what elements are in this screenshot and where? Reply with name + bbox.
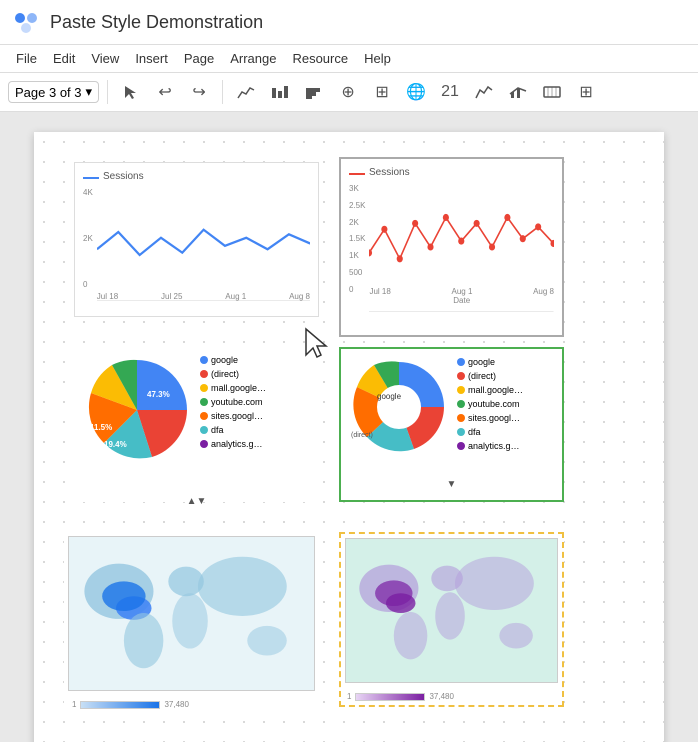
y2-15k: 1.5K xyxy=(349,234,365,243)
legend-google-2: google xyxy=(457,357,523,367)
page-selector-label: Page 3 of 3 xyxy=(15,85,82,100)
bar-chart-btn[interactable] xyxy=(265,77,295,107)
grid-btn[interactable]: ⊞ xyxy=(571,77,601,107)
map1-min: 1 xyxy=(72,700,76,709)
menu-bar: File Edit View Insert Page Arrange Resou… xyxy=(0,45,698,73)
y-axis-label-4k: 4K xyxy=(83,188,93,197)
pie1-label-115: 11.5% xyxy=(90,423,112,432)
legend-youtube-2: youtube.com xyxy=(457,399,523,409)
map2-max: 37,480 xyxy=(429,692,453,701)
combo-chart-btn[interactable] xyxy=(503,77,533,107)
cursor-tool-btn[interactable] xyxy=(116,77,146,107)
area-chart-btn[interactable] xyxy=(469,77,499,107)
undo-btn[interactable]: ↩ xyxy=(150,77,180,107)
globe-btn[interactable]: 🌐 xyxy=(401,77,431,107)
pie-chart-1[interactable]: 11.5% 19.4% 47.3% google (direct) mall.g… xyxy=(74,347,319,502)
legend-mall-1: mall.google… xyxy=(200,383,266,393)
menu-help[interactable]: Help xyxy=(356,47,399,70)
menu-view[interactable]: View xyxy=(83,47,127,70)
legend-mall-2: mall.google… xyxy=(457,385,523,395)
y2-1k: 1K xyxy=(349,251,365,260)
donut-label-direct: (direct) xyxy=(351,432,373,439)
scroll-arrows-1[interactable]: ▲▼ xyxy=(82,496,311,507)
number-btn[interactable]: 21 xyxy=(435,77,465,107)
menu-file[interactable]: File xyxy=(8,47,45,70)
x-label-jul18: Jul 18 xyxy=(97,292,118,301)
pie-chart-btn[interactable]: ⊕ xyxy=(333,77,363,107)
y-axis-label-0: 0 xyxy=(83,280,93,289)
donut-center-google: google xyxy=(377,392,401,402)
pie1-label-194: 19.4% xyxy=(104,440,127,449)
x-label-aug8: Aug 8 xyxy=(289,292,310,301)
menu-arrange[interactable]: Arrange xyxy=(222,47,284,70)
legend-direct-2: (direct) xyxy=(457,371,523,381)
toolbar-separator xyxy=(107,80,108,104)
geo-chart-1[interactable]: 1 37,480 xyxy=(64,532,319,707)
line-chart-1[interactable]: Sessions 4K 2K 0 Jul 18 Jul 25 Aug xyxy=(74,162,319,317)
line-chart-btn[interactable] xyxy=(231,77,261,107)
column-chart-btn[interactable] xyxy=(299,77,329,107)
legend-sites-2: sites.googl… xyxy=(457,413,523,423)
x-axis-title: Date xyxy=(453,296,470,305)
menu-page[interactable]: Page xyxy=(176,47,222,70)
legend-dfa-1: dfa xyxy=(200,425,266,435)
y2-0: 0 xyxy=(349,285,365,294)
map2-min: 1 xyxy=(347,692,351,701)
line-chart-2-title: Sessions xyxy=(369,167,410,178)
canvas-area[interactable]: Sessions 4K 2K 0 Jul 18 Jul 25 Aug xyxy=(0,112,698,742)
toolbar: Page 3 of 3 ▾ ↩ ↪ ⊕ ⊞ 🌐 21 ⊞ xyxy=(0,73,698,112)
legend-dfa-2: dfa xyxy=(457,427,523,437)
app-logo xyxy=(12,8,40,36)
geo-chart-2[interactable]: 1 37,480 xyxy=(339,532,564,707)
y2-3k: 3K xyxy=(349,184,365,193)
menu-edit[interactable]: Edit xyxy=(45,47,83,70)
legend-direct-1: (direct) xyxy=(200,369,266,379)
line-chart-2[interactable]: Sessions 3K 2.5K 2K 1.5K 1K 500 0 xyxy=(339,157,564,337)
toolbar-separator-2 xyxy=(222,80,223,104)
pie-chart-2[interactable]: google (direct) google (direct) mall.goo… xyxy=(339,347,564,502)
title-bar: Paste Style Demonstration xyxy=(0,0,698,45)
menu-resource[interactable]: Resource xyxy=(284,47,356,70)
chevron-down-icon: ▾ xyxy=(86,84,93,100)
y2-25k: 2.5K xyxy=(349,201,365,210)
pie1-label-473: 47.3% xyxy=(147,390,170,399)
legend-youtube-1: youtube.com xyxy=(200,397,266,407)
app-title: Paste Style Demonstration xyxy=(50,12,263,33)
x-label-aug1: Aug 1 xyxy=(225,292,246,301)
menu-insert[interactable]: Insert xyxy=(127,47,176,70)
legend-sites-1: sites.googl… xyxy=(200,411,266,421)
y2-2k: 2K xyxy=(349,218,365,227)
line-chart-1-title: Sessions xyxy=(103,171,144,182)
x2-aug8: Aug 8 xyxy=(533,287,554,296)
slide: Sessions 4K 2K 0 Jul 18 Jul 25 Aug xyxy=(34,132,664,742)
y-axis-label-2k: 2K xyxy=(83,234,93,243)
page-selector[interactable]: Page 3 of 3 ▾ xyxy=(8,81,99,103)
legend-analytics-1: analytics.g… xyxy=(200,439,266,449)
geo-chart-btn[interactable] xyxy=(537,77,567,107)
x2-jul18: Jul 18 xyxy=(369,287,390,296)
map1-max: 37,480 xyxy=(164,700,188,709)
legend-analytics-2: analytics.g… xyxy=(457,441,523,451)
y2-500: 500 xyxy=(349,268,365,277)
scroll-arrows-2[interactable]: ▼ xyxy=(349,479,554,490)
x-label-jul25: Jul 25 xyxy=(161,292,182,301)
redo-btn[interactable]: ↪ xyxy=(184,77,214,107)
legend-google-1: google xyxy=(200,355,266,365)
table-btn[interactable]: ⊞ xyxy=(367,77,397,107)
